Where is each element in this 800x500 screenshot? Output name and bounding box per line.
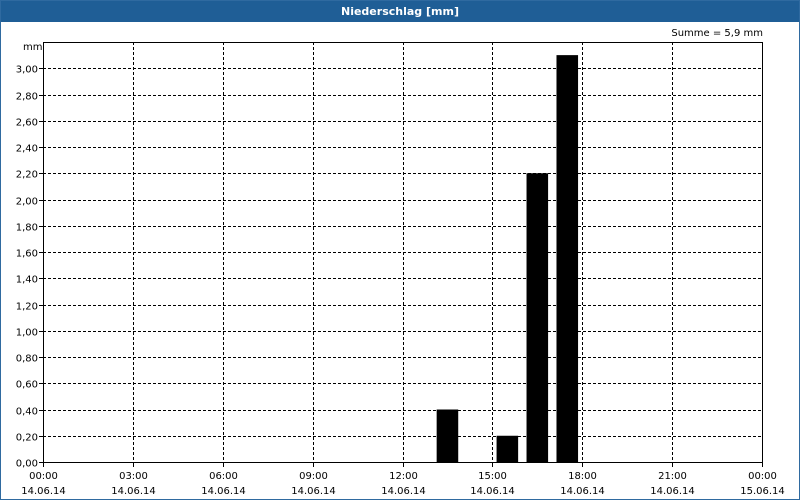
precipitation-bar xyxy=(496,435,519,462)
y-tick-label: 2,80 xyxy=(16,92,38,103)
x-tick-time: 15:00 xyxy=(478,471,507,482)
y-tick-label: 2,00 xyxy=(16,197,38,208)
sum-annotation: Summe = 5,9 mm xyxy=(671,28,763,39)
x-tick-date: 15.06.14 xyxy=(740,486,785,497)
y-axis-label: mm xyxy=(23,42,42,53)
window-title: Niederschlag [mm] xyxy=(1,1,799,22)
x-tick-time: 21:00 xyxy=(658,471,687,482)
x-tick-date: 14.06.14 xyxy=(381,486,426,497)
x-tick-date: 14.06.14 xyxy=(201,486,246,497)
y-tick-label: 2,40 xyxy=(16,144,38,155)
x-tick-time: 03:00 xyxy=(119,471,148,482)
y-tick-label: 3,00 xyxy=(16,65,38,76)
y-tick-label: 0,20 xyxy=(16,433,38,444)
precipitation-chart: 0,00 0,20 0,40 0,60 0,80 1,00 1,20 1,40 1,60 1,80… xyxy=(16,28,785,497)
x-tick-time: 00:00 xyxy=(29,471,58,482)
y-axis-ticks: 0,00 0,20 0,40 0,60 0,80 1,00 1,20 1,40 1,60 1,80… xyxy=(16,65,43,470)
bar-series xyxy=(436,55,579,462)
x-tick-date: 14.06.14 xyxy=(21,486,66,497)
precipitation-bar xyxy=(556,55,579,462)
y-tick-label: 2,20 xyxy=(16,170,38,181)
x-tick-date: 14.06.14 xyxy=(111,486,156,497)
y-tick-label: 1,60 xyxy=(16,249,38,260)
x-tick-date: 14.06.14 xyxy=(291,486,336,497)
precipitation-bar xyxy=(436,409,459,462)
x-tick-date: 14.06.14 xyxy=(650,486,695,497)
x-tick-time: 18:00 xyxy=(568,471,597,482)
y-tick-label: 0,80 xyxy=(16,354,38,365)
x-tick-time: 00:00 xyxy=(748,471,777,482)
precipitation-bar xyxy=(526,173,549,462)
x-tick-date: 14.06.14 xyxy=(560,486,605,497)
grid-lines xyxy=(43,42,762,462)
y-tick-label: 1,20 xyxy=(16,302,38,313)
y-tick-label: 2,60 xyxy=(16,118,38,129)
y-tick-label: 1,40 xyxy=(16,275,38,286)
x-axis-ticks: 00:00 14.06.14 03:00 14.06.14 06:00 14.06.14 0… xyxy=(21,462,785,497)
x-tick-time: 09:00 xyxy=(299,471,328,482)
y-tick-label: 0,00 xyxy=(16,459,38,470)
y-tick-label: 0,40 xyxy=(16,407,38,418)
x-tick-time: 06:00 xyxy=(209,471,238,482)
y-tick-label: 1,80 xyxy=(16,223,38,234)
x-tick-date: 14.06.14 xyxy=(470,486,515,497)
y-tick-label: 0,60 xyxy=(16,380,38,391)
y-tick-label: 1,00 xyxy=(16,328,38,339)
x-tick-time: 12:00 xyxy=(389,471,418,482)
chart-window: Niederschlag [mm] 0,00 0,20 0,40 0,60 0,80 1,… xyxy=(0,0,800,500)
